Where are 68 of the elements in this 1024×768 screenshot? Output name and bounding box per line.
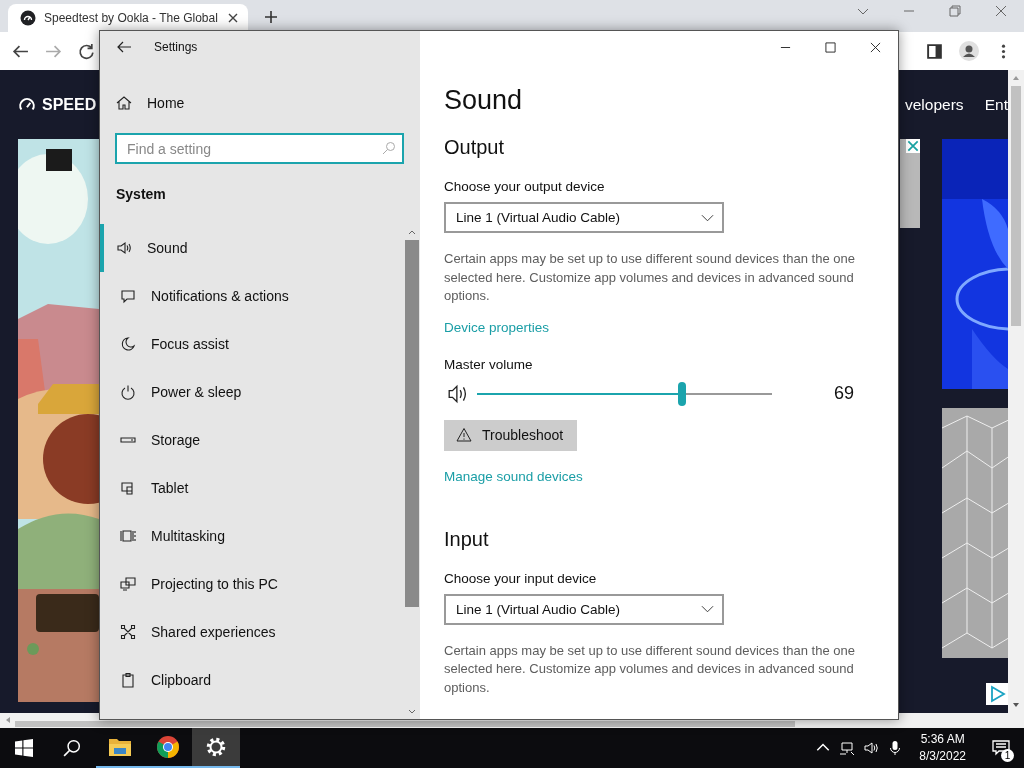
field-label: Master volume — [444, 356, 533, 372]
scrollbar-thumb[interactable] — [15, 721, 795, 727]
warning-icon — [456, 427, 472, 443]
sidebar-item[interactable]: Power & sleep — [100, 368, 404, 416]
windows-logo-icon[interactable] — [15, 739, 33, 757]
multitask-icon — [120, 528, 136, 544]
tab-title: Speedtest by Ookla - The Global — [44, 11, 219, 25]
taskbar-app[interactable] — [192, 728, 240, 768]
sidebar-item[interactable]: Focus assist — [100, 320, 404, 368]
time-text: 5:36 AM — [920, 731, 965, 748]
tablet-icon — [120, 480, 136, 496]
speech-bubble-icon — [120, 288, 136, 304]
field-label: Choose your input device — [444, 570, 597, 586]
section-heading: Input — [444, 527, 489, 551]
speaker-icon[interactable] — [447, 383, 469, 404]
monitors-icon — [120, 576, 136, 592]
home-nav-item[interactable]: Home — [100, 79, 420, 127]
power-icon — [120, 384, 136, 400]
logo-text[interactable]: SPEED — [42, 95, 97, 114]
clock[interactable]: 5:36 AM 8/3/2022 — [907, 728, 978, 768]
side-panel-icon[interactable] — [926, 42, 943, 60]
speaker-icon[interactable] — [863, 740, 880, 756]
new-tab-icon[interactable] — [264, 10, 278, 24]
sidebar-item[interactable]: Tablet — [100, 464, 404, 512]
nav-link[interactable]: Ent — [984, 95, 1008, 114]
section-heading: System — [115, 186, 167, 202]
nodes-icon — [120, 624, 136, 640]
settings-icon — [204, 735, 228, 759]
sidebar-item[interactable]: Clipboard — [100, 656, 404, 704]
home-icon — [116, 95, 132, 111]
browser-tab[interactable]: Speedtest by Ookla - The Global — [8, 4, 248, 32]
description-text: Certain apps may be set up to use different sound devices than the one selected here. Customize app volumes and devices in advanced sound options. — [444, 641, 856, 697]
search-icon — [382, 141, 396, 155]
sidebar-item[interactable]: Shared experiences — [100, 608, 404, 656]
close-icon[interactable] — [228, 13, 238, 23]
network-icon[interactable] — [839, 740, 856, 756]
nav-link[interactable]: velopers — [905, 95, 964, 114]
notification-badge: 1 — [1001, 749, 1014, 762]
description-text: Certain apps may be set up to use different sound devices than the one selected here. Customize app volumes and devices in advanced sound options. — [444, 250, 856, 305]
field-label: Choose your output device — [444, 179, 605, 194]
section-heading: Output — [444, 136, 505, 159]
window-title: Settings — [154, 40, 198, 54]
speaker-icon — [116, 240, 132, 256]
troubleshoot-button[interactable]: Troubleshoot — [444, 419, 578, 451]
page-title: Sound — [444, 85, 523, 116]
chevron-down-icon — [701, 605, 714, 613]
output-device-dropdown[interactable]: Line 1 (Virtual Audio Cable) — [444, 202, 724, 233]
profile-icon[interactable] — [959, 41, 979, 61]
scrollbar-thumb[interactable] — [405, 240, 419, 607]
round-logo-icon — [156, 735, 180, 759]
date-text: 8/3/2022 — [919, 748, 966, 765]
volume-value: 69 — [833, 383, 854, 404]
clipboard-icon — [120, 672, 136, 688]
chevron-down-icon — [701, 213, 714, 222]
sidebar-item[interactable]: Projecting to this PC — [100, 560, 404, 608]
back-arrow-icon[interactable] — [116, 39, 132, 55]
gauge-icon — [20, 10, 36, 26]
slider-thumb[interactable] — [678, 381, 686, 406]
reload-icon[interactable] — [78, 42, 95, 60]
sidebar-item[interactable]: Multitasking — [100, 512, 404, 560]
restore-icon[interactable] — [948, 4, 962, 18]
search-field[interactable]: Find a setting — [115, 133, 404, 164]
search-icon[interactable] — [63, 739, 81, 757]
input-device-dropdown[interactable]: Line 1 (Virtual Audio Cable) — [444, 593, 724, 625]
scrollbar-thumb[interactable] — [1011, 86, 1021, 326]
moon-icon — [120, 336, 136, 352]
sidebar-item[interactable]: Notifications & actions — [100, 272, 404, 320]
sidebar-item[interactable]: Storage — [100, 416, 404, 464]
